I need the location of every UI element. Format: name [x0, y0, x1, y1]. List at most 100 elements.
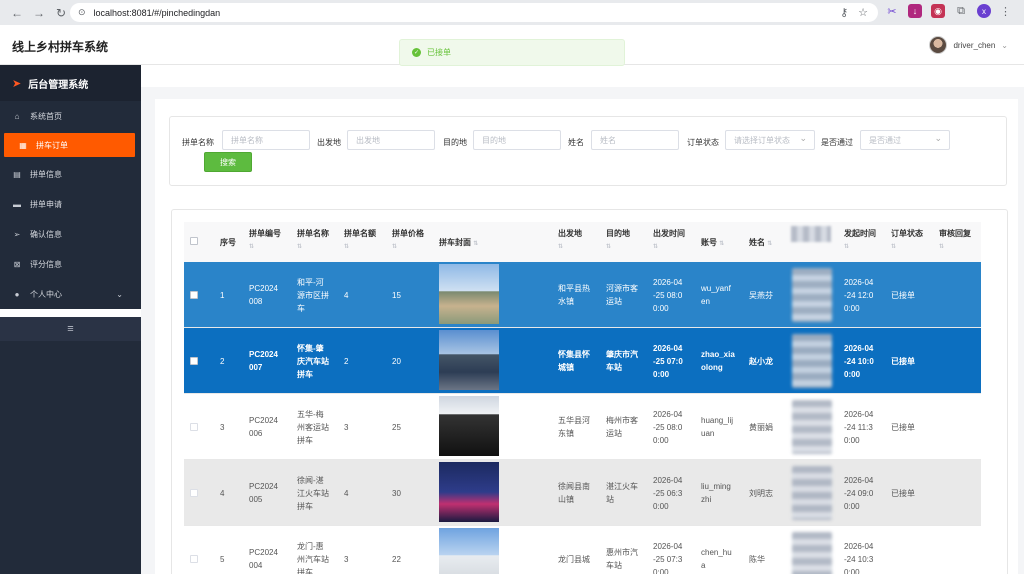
cell-line: 和平县热 — [558, 284, 590, 293]
cover-image[interactable] — [439, 330, 499, 390]
row-checkbox[interactable] — [190, 357, 198, 365]
column-header[interactable]: 出发时间 ⇅ — [653, 228, 685, 250]
origin-input[interactable]: 出发地 — [347, 130, 435, 150]
cell-line: 拼车 — [297, 501, 313, 511]
row-checkbox[interactable] — [190, 423, 198, 431]
select-all-checkbox[interactable] — [190, 237, 198, 245]
cell-line: wu_yanf — [701, 284, 731, 293]
row-checkbox[interactable] — [190, 555, 198, 563]
row-checkbox[interactable] — [190, 291, 198, 299]
sidebar-item-carpool-orders[interactable]: ▦ 拼车订单 — [4, 133, 135, 157]
cell-price: 15 — [392, 291, 401, 300]
sort-icon: ⇅ — [844, 244, 850, 250]
column-header[interactable]: 出发地 ⇅ — [558, 228, 582, 250]
cell-code: PC2024 004 — [249, 546, 278, 572]
cell-line: liu_ming — [701, 482, 731, 491]
row-checkbox[interactable] — [190, 489, 198, 497]
menu-kebab-icon[interactable]: ⋮ — [1000, 5, 1011, 18]
scissors-extension-icon[interactable]: ✂ — [885, 4, 899, 18]
cell-line: uan — [701, 429, 715, 438]
column-header[interactable]: 发起时间 ⇅ — [844, 228, 876, 250]
column-header[interactable]: 拼车封面 ⇅ — [439, 237, 478, 248]
person-name-input[interactable]: 姓名 — [591, 130, 679, 150]
column-header[interactable]: 订单状态 ⇅ — [891, 228, 923, 250]
sidebar-divider — [0, 309, 141, 317]
field-label: 是否通过 — [821, 138, 853, 147]
cover-image[interactable] — [439, 396, 499, 456]
reload-icon[interactable]: ↻ — [52, 4, 70, 22]
column-header[interactable]: 拼单价格 ⇅ — [392, 228, 424, 250]
cell-line: 2026-04 — [844, 475, 874, 485]
sidebar-item-label: 拼单申请 — [30, 199, 62, 209]
cell-line: 2026-04 — [844, 343, 874, 353]
profile-avatar[interactable]: x — [977, 4, 991, 18]
cell-price: 25 — [392, 423, 401, 432]
approval-select[interactable]: 是否通过 — [860, 130, 950, 150]
cell-account: liu_ming zhi — [701, 480, 731, 506]
table-row[interactable]: 2 PC2024 007 怀集-肇 庆汽车站 拼车 2 20 怀集县怀 城镇 肇庆市汽 车站 2026-… — [184, 328, 981, 394]
address-bar[interactable]: ⊙ localhost:8081/#/pinchedingdan ⚷ ☆ — [70, 3, 878, 22]
column-header[interactable]: 拼单编号 ⇅ — [249, 228, 281, 250]
sidebar-item-confirm-info[interactable]: ➢ 确认信息 — [0, 219, 141, 249]
cell-index: 2 — [220, 357, 225, 366]
column-header[interactable]: 账号 ⇅ — [701, 237, 724, 248]
download-extension-icon[interactable]: ↓ — [908, 4, 922, 18]
sidebar-item-carpool-apply[interactable]: ▬ 拼单申请 — [0, 189, 141, 219]
cell-line: chen_hu — [701, 548, 732, 557]
column-header[interactable]: 审核回复 ⇅ — [939, 228, 971, 250]
cover-image[interactable] — [439, 528, 499, 574]
cell-line: 0:00 — [844, 567, 860, 574]
cell-line: 山镇 — [558, 495, 574, 504]
column-header[interactable]: 拼单名额 ⇅ — [344, 228, 376, 250]
cell-line: -25 06:3 — [653, 488, 683, 498]
cell-line: 006 — [249, 429, 263, 438]
cell-line: 2026-04 — [653, 541, 683, 551]
column-header[interactable]: 序号 — [220, 237, 236, 248]
cell-line: 湛江火车 — [606, 482, 638, 491]
destination-input[interactable]: 目的地 — [473, 130, 561, 150]
menu-collapse-icon[interactable]: ≡ — [0, 317, 141, 341]
user-avatar[interactable] — [929, 36, 948, 54]
table-header: 序号 拼单编号 ⇅ 拼单名称 ⇅ 拼单名额 ⇅ 拼单价格 ⇅ 拼车封面 ⇅ 出发地 ⇅ 目… — [184, 222, 981, 262]
cell-code: PC2024 006 — [249, 414, 278, 440]
cell-line: -25 07:3 — [653, 554, 683, 564]
carpool-name-input[interactable]: 拼单名称 — [222, 130, 310, 150]
success-toast: ✓ 已接单 — [399, 39, 625, 66]
table-row[interactable]: 4 PC2024 005 徐闻-湛 江火车站 拼车 4 30 徐闻县南 山镇 湛江火车站 2026-0… — [184, 460, 981, 526]
bookmark-star-icon[interactable]: ☆ — [858, 6, 868, 19]
order-status-select[interactable]: 请选择订单状态 — [725, 130, 815, 150]
cell-line: 运站 — [606, 297, 622, 306]
chevron-down-icon[interactable]: ⌄ — [1001, 41, 1008, 50]
column-header[interactable]: 姓名 ⇅ — [749, 237, 772, 248]
site-info-icon[interactable]: ⊙ — [78, 7, 86, 18]
sidebar-item-rating-info[interactable]: ⊠ 评分信息 — [0, 249, 141, 279]
sidebar-item-home[interactable]: ⌂ 系统首页 — [0, 101, 141, 131]
back-icon[interactable]: ← — [8, 4, 26, 22]
search-button[interactable]: 搜索 — [204, 152, 252, 172]
cover-image[interactable] — [439, 462, 499, 522]
chevron-down-icon[interactable]: ⌄ — [116, 290, 123, 299]
sidebar-item-personal-center[interactable]: ● 个人中心 ⌄ — [0, 279, 141, 309]
redacted-cell — [792, 334, 832, 388]
column-header[interactable]: 目的地 ⇅ — [606, 228, 630, 250]
tomato-extension-icon[interactable]: ◉ — [931, 4, 945, 18]
table-row[interactable]: 5 PC2024 004 龙门-惠 州汽车站 拼车 3 22 龙门县城 惠州市汽 车站 2026-04… — [184, 526, 981, 574]
table-row[interactable]: 3 PC2024 006 五华-梅 州客运站 拼车 3 25 五华县河 东镇 梅州市客 运站 2026-… — [184, 394, 981, 460]
cover-image[interactable] — [439, 264, 499, 324]
cell-created: 2026-04 -24 10:3 0:00 — [844, 540, 873, 574]
cell-line: 2026-04 — [844, 541, 874, 551]
cell-account: chen_hu a — [701, 546, 732, 572]
user-menu[interactable]: driver_chen ⌄ — [929, 36, 1008, 54]
username[interactable]: driver_chen — [953, 41, 995, 50]
table-row[interactable]: 1 PC2024 008 和平-河 源市区拼车 4 15 和平县热 水镇 河源市客 运站 2026-0… — [184, 262, 981, 328]
sidebar-item-carpool-info[interactable]: ▤ 拼单信息 — [0, 159, 141, 189]
key-icon[interactable]: ⚷ — [840, 6, 848, 19]
extensions-puzzle-icon[interactable]: ⧉ — [954, 4, 968, 18]
cell-line: 怀集县怀 — [558, 350, 590, 359]
sort-icon: ⇅ — [653, 244, 659, 250]
forward-icon[interactable]: → — [30, 4, 48, 22]
send-icon: ➢ — [13, 229, 21, 239]
cell-line: 2026-04 — [653, 409, 683, 419]
column-header[interactable]: 拼单名称 ⇅ — [297, 228, 329, 250]
cell-line: 0:00 — [653, 369, 670, 379]
